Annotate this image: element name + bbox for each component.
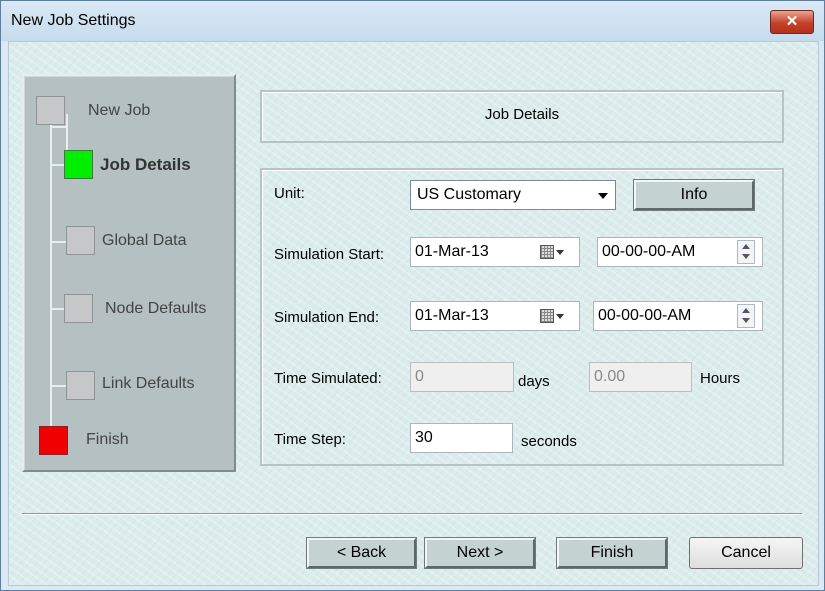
title-bar[interactable]: New Job Settings ✕	[1, 1, 824, 41]
dropdown-arrow-icon	[556, 250, 564, 255]
wizard-connector-line	[50, 126, 68, 128]
simulation-start-label: Simulation Start:	[274, 246, 385, 263]
time-simulated-days-field: 0	[410, 362, 514, 392]
wizard-step-global-data: Global Data	[102, 232, 187, 249]
spin-down-icon[interactable]	[742, 254, 750, 259]
simulation-start-calendar-button[interactable]	[540, 245, 564, 259]
dropdown-arrow-icon	[556, 314, 564, 319]
wizard-step-finish: Finish	[86, 431, 129, 448]
wizard-step-node-defaults: Node Defaults	[105, 300, 207, 317]
days-unit-label: days	[518, 373, 550, 390]
time-simulated-label: Time Simulated:	[274, 370, 382, 387]
unit-select[interactable]: US Customary	[410, 180, 616, 210]
wizard-step-job-details-icon	[64, 150, 93, 179]
simulation-end-date-value: 01-Mar-13	[415, 307, 489, 324]
time-step-value: 30	[415, 429, 433, 446]
wizard-step-global-data-icon	[66, 226, 95, 255]
calendar-icon	[540, 245, 554, 259]
section-header: Job Details	[260, 90, 784, 143]
wizard-step-finish-icon	[39, 426, 68, 455]
wizard-step-job-details: Job Details	[100, 155, 191, 174]
close-button[interactable]: ✕	[770, 10, 814, 34]
spin-down-icon[interactable]	[742, 318, 750, 323]
simulation-end-label: Simulation End:	[274, 309, 380, 326]
spin-up-icon[interactable]	[742, 308, 750, 313]
time-simulated-days-value: 0	[415, 368, 424, 385]
cancel-button[interactable]: Cancel	[689, 537, 803, 569]
wizard-steps-panel: New Job Job Details Global Data Node Def…	[22, 74, 236, 472]
calendar-icon	[540, 309, 554, 323]
wizard-step-new-job-icon	[36, 96, 65, 125]
time-simulated-hours-value: 0.00	[594, 368, 626, 385]
back-button[interactable]: < Back	[306, 537, 417, 569]
section-title: Job Details	[484, 106, 560, 123]
wizard-step-link-defaults: Link Defaults	[102, 375, 195, 392]
info-button[interactable]: Info	[633, 179, 755, 211]
chevron-down-icon[interactable]	[598, 193, 608, 199]
simulation-start-date-value: 01-Mar-13	[415, 243, 489, 260]
wizard-step-new-job: New Job	[88, 102, 151, 119]
wizard-step-link-defaults-icon	[66, 371, 95, 400]
wizard-step-node-defaults-icon	[64, 294, 93, 323]
window-title: New Job Settings	[11, 12, 136, 29]
hours-unit-label: Hours	[700, 370, 741, 387]
simulation-end-time-value: 00-00-00-AM	[598, 307, 692, 324]
spin-up-icon[interactable]	[742, 244, 750, 249]
unit-label: Unit:	[274, 185, 305, 202]
simulation-start-time-spinner[interactable]	[737, 240, 755, 264]
next-button[interactable]: Next >	[424, 537, 536, 569]
unit-select-value: US Customary	[417, 186, 522, 203]
footer-divider	[22, 513, 802, 515]
simulation-end-calendar-button[interactable]	[540, 309, 564, 323]
finish-button[interactable]: Finish	[556, 537, 668, 569]
time-simulated-hours-field: 0.00	[589, 362, 692, 392]
simulation-end-time-spinner[interactable]	[737, 304, 755, 328]
time-step-label: Time Step:	[274, 431, 346, 448]
simulation-start-time-value: 00-00-00-AM	[602, 243, 696, 260]
seconds-unit-label: seconds	[521, 433, 577, 450]
wizard-connector-line	[50, 164, 64, 166]
time-step-field[interactable]: 30	[410, 423, 513, 453]
